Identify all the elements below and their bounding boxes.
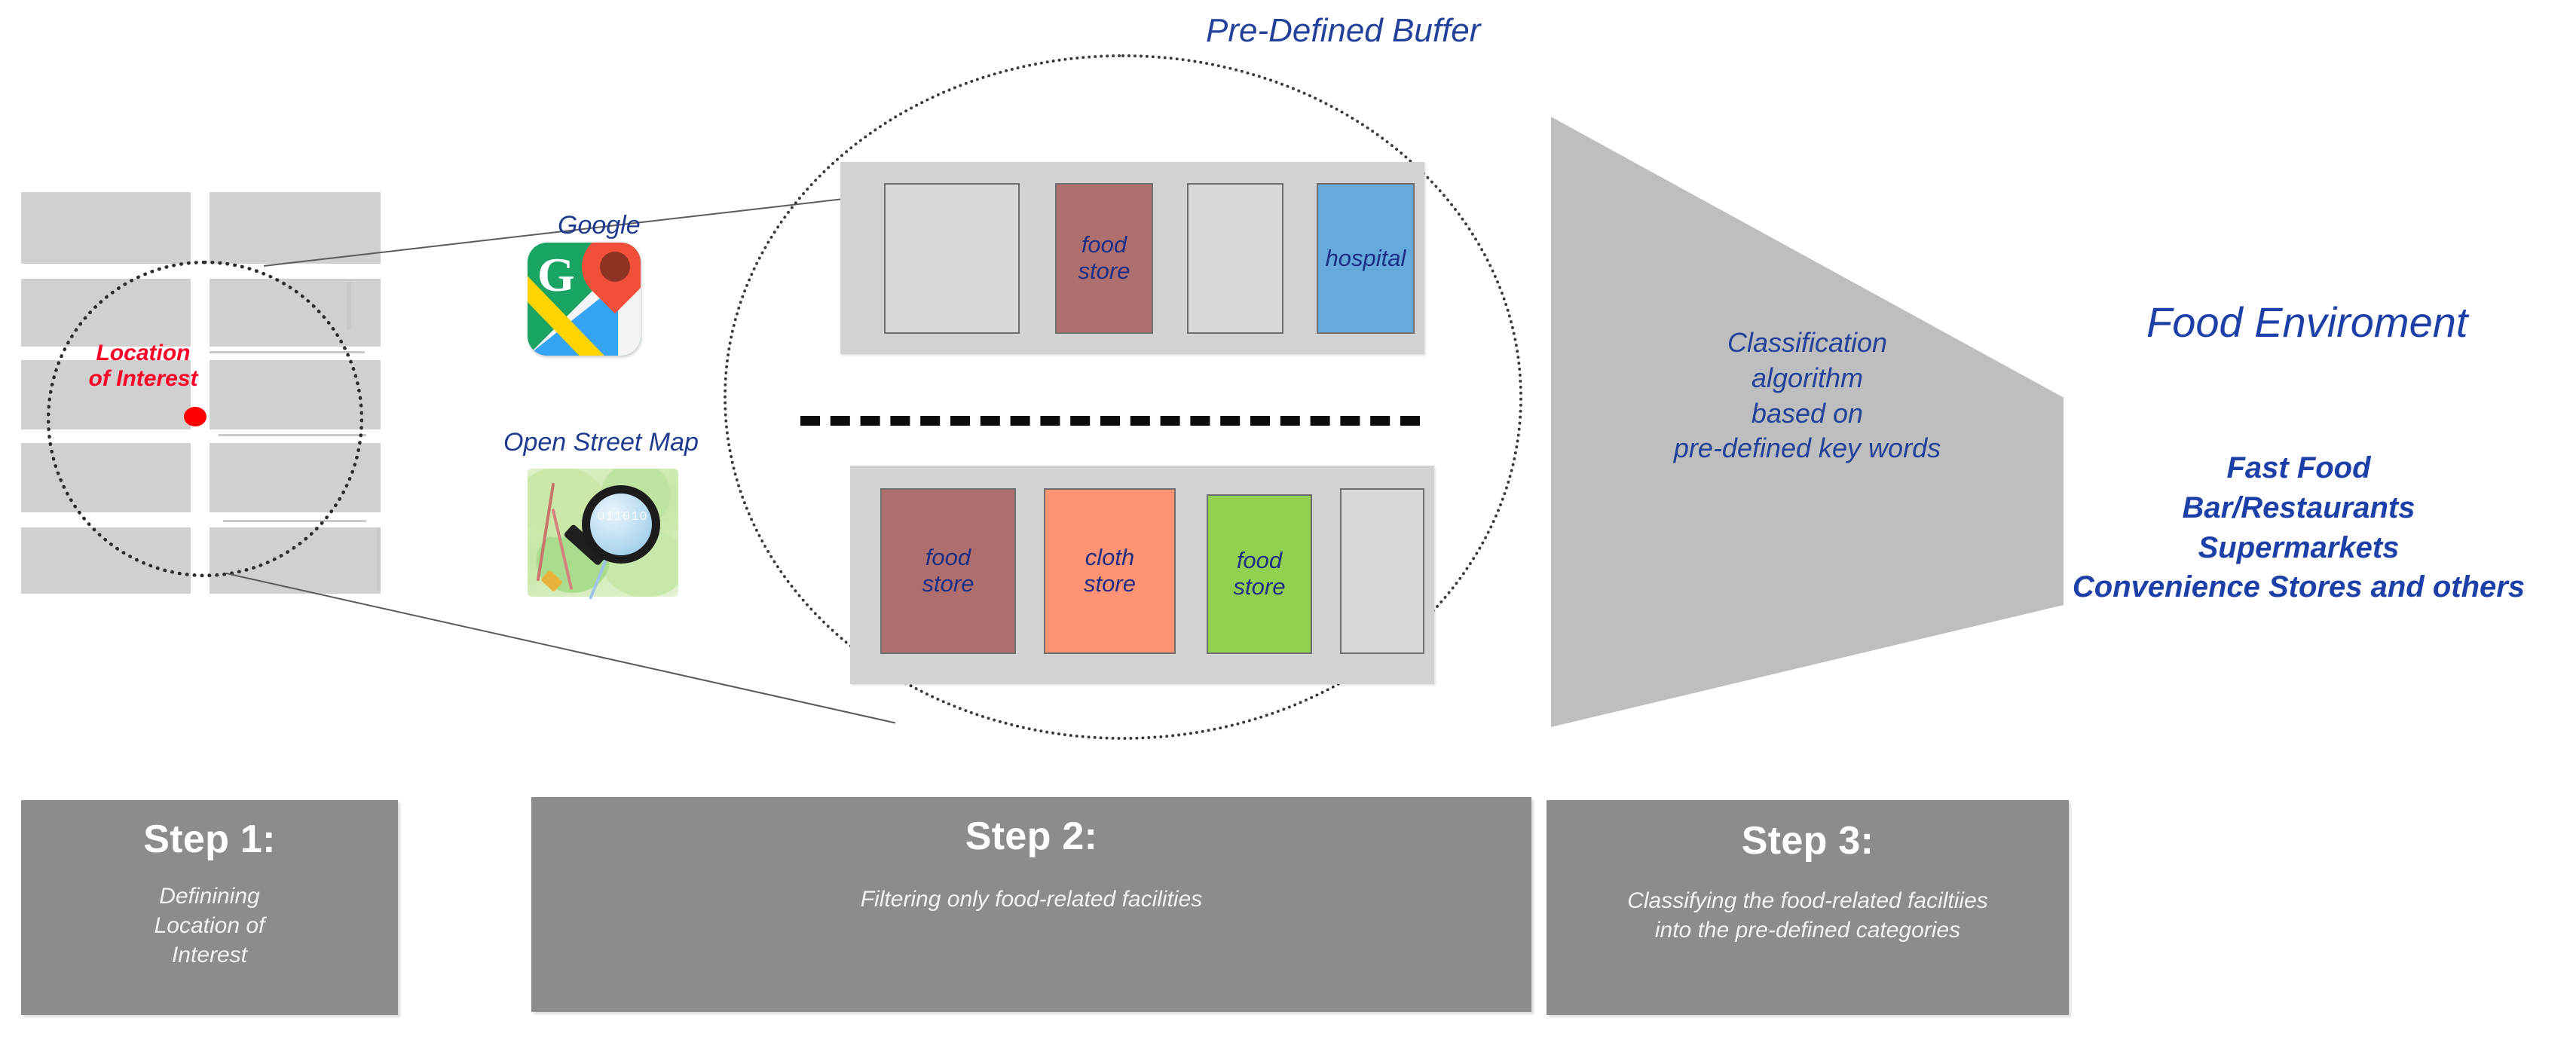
unit-label: cloth store: [1084, 544, 1136, 597]
step-1-desc-line3: Interest: [171, 943, 248, 967]
category-item: Fast Food: [2226, 451, 2371, 484]
funnel-line-3: based on: [1751, 397, 1864, 429]
step-1-description: Definining Location of Interest: [154, 882, 265, 970]
step-1-box[interactable]: Step 1: Definining Location of Interest: [21, 800, 398, 1015]
step-2-title: Step 2:: [965, 814, 1098, 858]
unit-label-line2: store: [1078, 258, 1130, 284]
category-item: Bar/Restaurants: [2182, 490, 2415, 524]
category-item: Convenience Stores and others: [2072, 570, 2526, 604]
unit-food-store[interactable]: food store: [1207, 494, 1312, 654]
funnel-line-4: pre-defined key words: [1673, 432, 1941, 464]
unit-label-line2: store: [922, 570, 974, 597]
open-street-map-label: Open Street Map: [503, 428, 699, 457]
funnel-line-2: algorithm: [1751, 362, 1864, 393]
side-road: [347, 282, 351, 330]
unit-label: food store: [922, 544, 974, 597]
unit-label: food store: [1233, 547, 1286, 600]
city-block: [210, 192, 381, 264]
loi-line-1: Location: [96, 341, 191, 365]
google-maps-icon[interactable]: G: [528, 243, 641, 356]
loi-line-2: of Interest: [88, 365, 198, 391]
unit-hospital[interactable]: hospital: [1317, 183, 1415, 334]
location-of-interest-label: Location of Interest: [75, 341, 211, 391]
parcel-strip-bottom: food store cloth store food store: [850, 466, 1434, 684]
open-street-map-magnifier-icon[interactable]: 011010: [528, 469, 678, 600]
food-environment-category-list: Fast Food Bar/Restaurants Supermarkets C…: [2042, 448, 2555, 607]
step-1-desc-line1: Definining: [159, 884, 260, 909]
unit-label: hospital: [1325, 244, 1406, 271]
classification-funnel-text: Classification algorithm based on pre-de…: [1626, 325, 1988, 466]
step-2-box[interactable]: Step 2: Filtering only food-related faci…: [531, 797, 1531, 1012]
step-1-desc-line2: Location of: [154, 913, 265, 938]
magnifier-binary-text: 011010: [597, 511, 648, 524]
unit-cloth-store[interactable]: cloth store: [1044, 488, 1176, 654]
unit-food-store[interactable]: food store: [880, 488, 1016, 654]
step-1-title: Step 1:: [143, 817, 276, 861]
diagram-canvas: Location of Interest Google G Open Stree…: [0, 0, 2576, 1042]
city-block: [21, 192, 191, 264]
road-separator-dashes: [800, 416, 1420, 426]
unit-label-line2: store: [1233, 573, 1286, 600]
unit-empty[interactable]: [1340, 488, 1424, 654]
step-2-description: Filtering only food-related facilities: [861, 885, 1203, 914]
unit-empty[interactable]: [1187, 183, 1283, 334]
step-3-description: Classifying the food-related faciltiies …: [1627, 886, 1988, 945]
step-3-desc-line2: into the pre-defined categories: [1654, 918, 1961, 943]
parcel-strip-top: food store hospital: [840, 162, 1424, 354]
google-maps-label: Google: [558, 211, 641, 240]
step-3-desc-line1: Classifying the food-related faciltiies: [1627, 888, 1988, 913]
funnel-line-1: Classification: [1727, 327, 1888, 358]
step-3-title: Step 3:: [1741, 819, 1874, 863]
unit-label-line1: food: [1081, 231, 1127, 258]
unit-label-line1: food: [925, 544, 971, 571]
unit-label: food store: [1078, 231, 1130, 284]
gmaps-g-glyph: G: [537, 248, 575, 301]
food-environment-title: Food Enviroment: [2146, 298, 2468, 346]
category-item: Supermarkets: [2198, 530, 2400, 564]
unit-label-line1: food: [1236, 547, 1283, 574]
gmaps-pin-hole: [593, 245, 637, 289]
location-of-interest-marker: [184, 407, 207, 426]
unit-label-line1: cloth: [1085, 544, 1135, 571]
step-2-desc-line1: Filtering only food-related facilities: [860, 887, 1203, 912]
unit-food-store[interactable]: food store: [1055, 183, 1153, 334]
side-road: [377, 529, 381, 591]
pre-defined-buffer-title: Pre-Defined Buffer: [1206, 12, 1481, 49]
unit-label-line2: store: [1084, 570, 1136, 597]
unit-empty[interactable]: [884, 183, 1020, 334]
step-3-box[interactable]: Step 3: Classifying the food-related fac…: [1547, 800, 2069, 1015]
